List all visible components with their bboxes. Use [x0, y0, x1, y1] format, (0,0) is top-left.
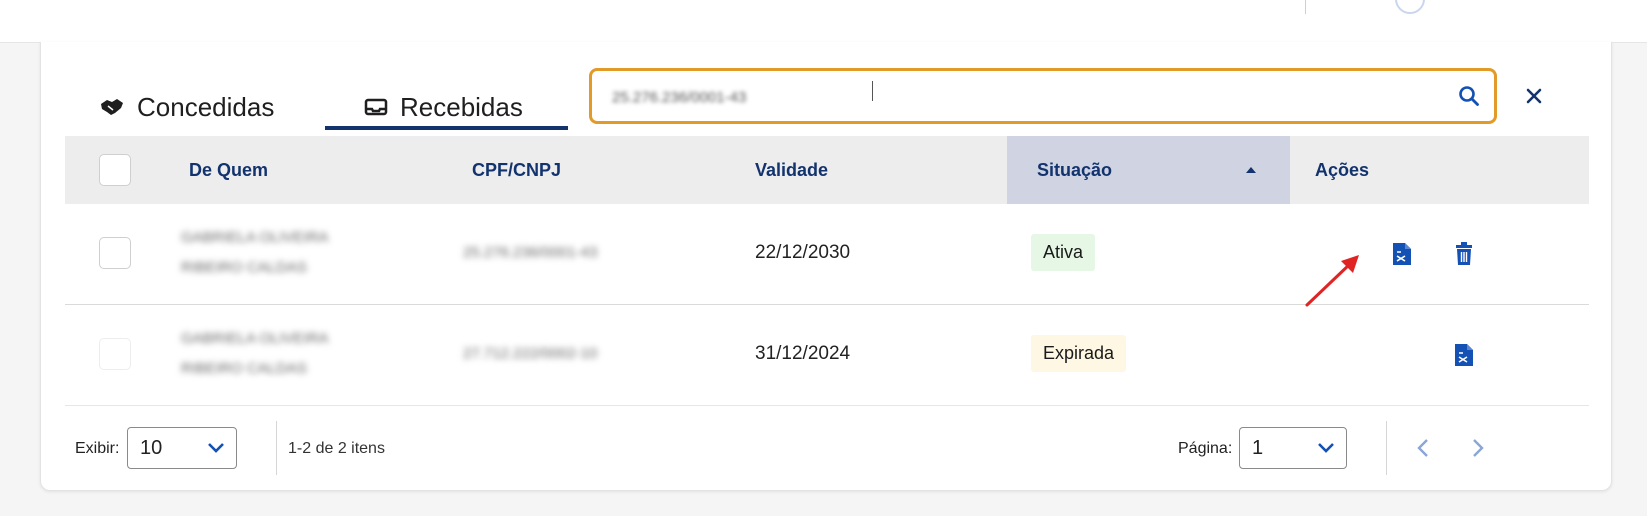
text-caret [872, 81, 873, 101]
chevron-down-icon [1318, 443, 1334, 453]
de-quem-name-line1: GABRIELA OLIVEIRA [181, 229, 329, 246]
trash-icon[interactable] [1453, 241, 1475, 267]
close-icon[interactable] [1520, 82, 1548, 110]
page-select[interactable]: 1 [1239, 427, 1347, 469]
col-cpf-cnpj[interactable]: CPF/CNPJ [472, 136, 561, 204]
active-tab-indicator [325, 126, 568, 130]
col-situacao-label: Situação [1037, 159, 1113, 180]
chevron-right-icon [1473, 439, 1484, 457]
validade-cell: 31/12/2024 [755, 343, 851, 364]
validade-cell: 22/12/2030 [755, 242, 851, 263]
col-acoes: Ações [1315, 136, 1369, 204]
cpf-cnpj-cell: 25.276.236/0001-43 [463, 244, 598, 261]
col-validade[interactable]: Validade [755, 136, 828, 204]
de-quem-cell: GABRIELA OLIVEIRA RIBEIRO CALDAS [181, 324, 329, 384]
col-acoes-label: Ações [1315, 159, 1370, 180]
situacao-cell: Ativa [1031, 234, 1096, 271]
de-quem-name-line2: RIBEIRO CALDAS [181, 360, 307, 377]
page-size-select[interactable]: 10 [127, 427, 237, 469]
cpf-cnpj-cell: 27.712.222/0002-10 [463, 345, 598, 362]
col-cpf-cnpj-label: CPF/CNPJ [472, 159, 562, 180]
row-checkbox[interactable] [99, 237, 131, 269]
pdf-file-icon[interactable] [1391, 241, 1413, 267]
col-de-quem[interactable]: De Quem [189, 136, 268, 204]
pdf-file-icon[interactable] [1453, 342, 1475, 368]
col-de-quem-label: De Quem [189, 159, 269, 180]
de-quem-name-line1: GABRIELA OLIVEIRA [181, 330, 329, 347]
col-validade-label: Validade [755, 159, 829, 180]
pagina-label: Página: [1178, 440, 1233, 457]
de-quem-name-line2: RIBEIRO CALDAS [181, 259, 307, 276]
page-size-value: 10 [140, 437, 163, 459]
table-header: De Quem CPF/CNPJ Validade Situação Ações [65, 136, 1589, 204]
previous-page-button[interactable] [1408, 433, 1438, 463]
select-all-checkbox[interactable] [99, 154, 131, 186]
de-quem-cell: GABRIELA OLIVEIRA RIBEIRO CALDAS [181, 223, 329, 283]
page-value: 1 [1252, 437, 1264, 459]
item-range-text: 1-2 de 2 itens [288, 440, 385, 457]
footer-divider [1386, 421, 1387, 475]
table-row: GABRIELA OLIVEIRA RIBEIRO CALDAS 27.712.… [65, 305, 1589, 406]
inbox-icon [364, 98, 388, 116]
search-icon[interactable] [1454, 81, 1484, 111]
handshake-icon [101, 99, 123, 115]
status-badge: Expirada [1031, 335, 1127, 372]
next-page-button[interactable] [1463, 433, 1493, 463]
top-bar-divider [1305, 0, 1306, 14]
avatar[interactable] [1395, 0, 1425, 14]
annotation-arrow [1305, 255, 1359, 307]
search-box [589, 68, 1497, 124]
search-input[interactable] [610, 79, 1414, 115]
pagination-footer: Exibir: 10 1-2 de 2 itens Página: 1 [65, 407, 1589, 487]
exibir-label: Exibir: [75, 440, 120, 457]
procuracoes-card: Concedidas Recebidas De Quem CPF/CNPJ Va… [40, 42, 1612, 491]
tab-concedidas-label: Concedidas [137, 91, 275, 122]
chevron-left-icon [1417, 439, 1428, 457]
row-checkbox [99, 338, 131, 370]
top-bar [0, 0, 1647, 43]
situacao-cell: Expirada [1031, 335, 1127, 372]
sort-ascending-icon [1246, 167, 1256, 173]
footer-divider [276, 421, 277, 475]
tab-recebidas-label: Recebidas [400, 91, 523, 122]
col-situacao[interactable]: Situação [1007, 136, 1290, 204]
status-badge: Ativa [1031, 234, 1096, 271]
tab-concedidas[interactable]: Concedidas [99, 80, 274, 134]
chevron-down-icon [208, 443, 224, 453]
